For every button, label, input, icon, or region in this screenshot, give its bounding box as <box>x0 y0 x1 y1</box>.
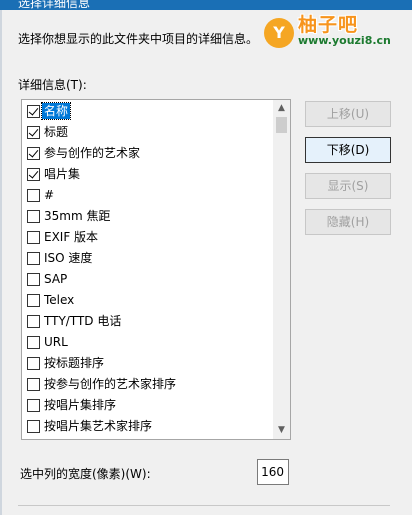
list-item-label: 唱片集 <box>44 167 81 181</box>
checkbox[interactable] <box>27 294 40 307</box>
checkbox[interactable] <box>27 126 40 139</box>
list-item-label: 名称 <box>40 102 72 120</box>
list-item[interactable]: TTY/TTD 电话 <box>22 311 272 332</box>
list-item-label: EXIF 版本 <box>44 230 99 244</box>
list-item-label: 按唱片集艺术家排序 <box>44 419 153 433</box>
list-item[interactable]: ISO 速度 <box>22 248 272 269</box>
divider <box>18 505 390 506</box>
checkbox[interactable] <box>27 210 40 223</box>
list-item-label: 按参与创作的艺术家排序 <box>44 377 177 391</box>
scrollbar-thumb[interactable] <box>276 117 287 133</box>
checkbox[interactable] <box>27 189 40 202</box>
window-title: 选择详细信息 <box>18 0 91 10</box>
list-item[interactable]: 按标题排序 <box>22 353 272 374</box>
checkbox[interactable] <box>27 273 40 286</box>
list-item-label: SAP <box>44 272 68 286</box>
list-item-label: 按唱片集排序 <box>44 398 117 412</box>
checkbox[interactable] <box>27 147 40 160</box>
checkbox[interactable] <box>27 336 40 349</box>
list-item-label: Telex <box>44 293 75 307</box>
list-item[interactable]: 按参与创作的艺术家排序 <box>22 374 272 395</box>
list-item[interactable]: # <box>22 185 272 206</box>
list-item[interactable]: 名称 <box>22 101 272 122</box>
show-button[interactable]: 显示(S) <box>305 173 391 199</box>
checkbox[interactable] <box>27 420 40 433</box>
list-item[interactable]: 参与创作的艺术家 <box>22 143 272 164</box>
chevron-down-icon[interactable]: ▼ <box>273 422 290 439</box>
column-width-input[interactable]: 160 <box>257 459 289 485</box>
list-item[interactable]: EXIF 版本 <box>22 227 272 248</box>
list-item[interactable]: 按唱片集排序 <box>22 395 272 416</box>
checkbox[interactable] <box>27 168 40 181</box>
checkbox[interactable] <box>27 252 40 265</box>
list-item[interactable]: SAP <box>22 269 272 290</box>
checkbox[interactable] <box>27 231 40 244</box>
list-item-label: TTY/TTD 电话 <box>44 314 122 328</box>
checkbox[interactable] <box>27 105 40 118</box>
window-border <box>0 10 2 515</box>
list-item[interactable]: 标题 <box>22 122 272 143</box>
details-label: 详细信息(T): <box>18 78 87 92</box>
list-item[interactable]: Telex <box>22 290 272 311</box>
list-item-label: 35mm 焦距 <box>44 209 111 223</box>
description-text: 选择你想显示的此文件夹中项目的详细信息。 <box>18 32 259 46</box>
details-listbox[interactable]: 名称标题参与创作的艺术家 唱片集 #35mm 焦距 EXIF 版本 ISO 速度 SAP T… <box>21 99 291 440</box>
list-item-label: 按标题排序 <box>44 356 105 370</box>
list-item[interactable]: URL <box>22 332 272 353</box>
list-item-label: URL <box>44 335 68 349</box>
move-down-button[interactable]: 下移(D) <box>305 137 391 163</box>
watermark-logo: Y 柚子吧 www.youzi8.cn <box>262 8 408 50</box>
list-item-label: # <box>44 188 55 202</box>
move-up-button[interactable]: 上移(U) <box>305 101 391 127</box>
list-item-label: 标题 <box>44 125 69 139</box>
logo-url: www.youzi8.cn <box>298 34 391 47</box>
checkbox[interactable] <box>27 399 40 412</box>
column-width-label: 选中列的宽度(像素)(W): <box>20 467 151 481</box>
checkbox[interactable] <box>27 315 40 328</box>
list-item-label: 参与创作的艺术家 <box>44 146 141 160</box>
checkbox[interactable] <box>27 378 40 391</box>
checkbox[interactable] <box>27 357 40 370</box>
vertical-scrollbar[interactable]: ▲ ▼ <box>273 100 290 439</box>
chevron-up-icon[interactable]: ▲ <box>273 100 290 117</box>
list-item[interactable]: 唱片集 <box>22 164 272 185</box>
list-item[interactable]: 按唱片集艺术家排序 <box>22 416 272 437</box>
logo-name: 柚子吧 <box>298 14 359 36</box>
logo-icon: Y <box>264 18 294 48</box>
hide-button[interactable]: 隐藏(H) <box>305 209 391 235</box>
list-item[interactable]: 35mm 焦距 <box>22 206 272 227</box>
list-item-label: ISO 速度 <box>44 251 93 265</box>
